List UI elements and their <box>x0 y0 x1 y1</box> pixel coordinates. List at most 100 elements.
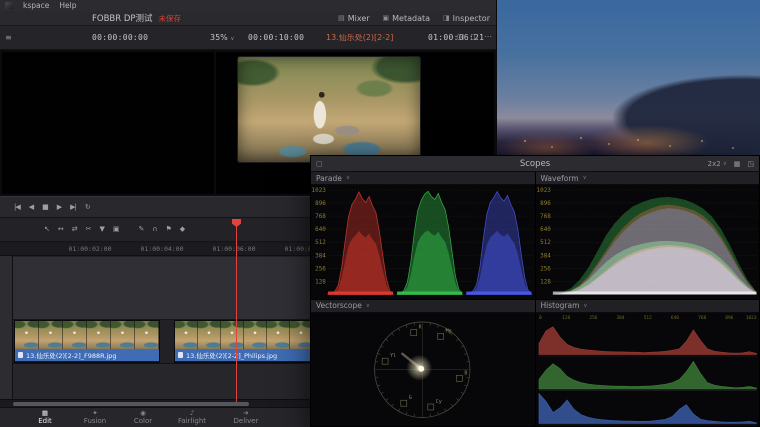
scopes-grid-icon[interactable]: ▦ <box>734 160 741 168</box>
menu-bar: kspace Help <box>0 0 496 11</box>
pen-tool-icon[interactable]: ✎ <box>139 226 145 233</box>
clip-thumbnail <box>111 321 135 349</box>
viewer-menu-icon[interactable]: ≡ <box>5 34 12 42</box>
scrollbar-thumb[interactable] <box>13 402 249 406</box>
svg-text:384: 384 <box>616 314 624 320</box>
svg-text:128: 128 <box>315 278 326 285</box>
go-to-start-button[interactable]: |◀ <box>14 203 21 211</box>
razor-tool-icon[interactable]: ✂ <box>86 226 92 233</box>
inspector-button[interactable]: ◨ Inspector <box>443 14 490 23</box>
snapping-icon[interactable]: ∩ <box>152 226 157 233</box>
svg-text:896: 896 <box>540 200 551 207</box>
tab-fairlight[interactable]: ♪ Fairlight <box>177 409 207 425</box>
vectorscope-header[interactable]: Vectorscope ∨ <box>311 299 535 313</box>
trim-tool-icon[interactable]: ↔ <box>58 226 64 233</box>
tab-color[interactable]: ◉ Color <box>134 409 152 425</box>
vectorscope-title: Vectorscope <box>316 301 362 310</box>
svg-text:640: 640 <box>540 226 551 233</box>
tab-label: Fusion <box>83 416 107 425</box>
flag-icon[interactable]: ⚑ <box>166 226 172 233</box>
clip-thumbnail <box>244 321 267 349</box>
timeline-clip[interactable]: 13.仙乐处(2)[2-2]_F988R.jpg <box>14 320 160 363</box>
metadata-label: Metadata <box>392 13 431 23</box>
mixer-button[interactable]: ▤ Mixer <box>338 14 369 23</box>
scopes-window-title: Scopes <box>519 158 551 169</box>
single-viewer-icon[interactable]: ▢ <box>457 33 465 41</box>
ruler-tick-label: 01:00:06:00 <box>212 245 256 253</box>
tab-label: Fairlight <box>177 416 207 425</box>
file-icon <box>178 352 183 358</box>
viewer-options-icon[interactable]: ⋯ <box>484 33 492 41</box>
svg-text:640: 640 <box>670 314 678 320</box>
scopes-expand-icon[interactable]: ◳ <box>747 160 754 168</box>
insert-clip-icon[interactable]: ▼ <box>100 226 105 233</box>
transport-left: |◀ ◀ ■ ▶ ▶| ↻ <box>14 203 91 211</box>
svg-text:Yl: Yl <box>390 353 396 359</box>
zoom-select[interactable]: 35% ∨ <box>210 34 234 43</box>
chevron-down-icon: ∨ <box>230 36 235 42</box>
dynamic-trim-icon[interactable]: ⇄ <box>72 226 78 233</box>
clip-name-bar: 13.仙乐处(2)[2-2]_F988R.jpg <box>15 349 159 361</box>
svg-text:640: 640 <box>315 226 326 233</box>
parade-plot: 1023 896 768 640 512 384 256 128 <box>312 187 532 295</box>
chevron-down-icon: ∨ <box>582 175 587 181</box>
chevron-down-icon: ∨ <box>722 160 727 167</box>
clip-thumbnail <box>198 321 221 349</box>
svg-text:512: 512 <box>540 239 551 246</box>
tab-fusion[interactable]: ✦ Fusion <box>83 409 107 425</box>
play-button[interactable]: ▶ <box>57 203 62 211</box>
menu-help[interactable]: Help <box>59 1 76 10</box>
scopes-header[interactable]: ▢ Scopes 2x2 ∨ ▦ ◳ <box>311 156 759 172</box>
vectorscope-plot: R Mg B Cy G Yl <box>374 321 471 418</box>
waveform-body: 1023 896 768 640 512 384 256 128 <box>536 185 760 299</box>
svg-text:768: 768 <box>698 314 706 320</box>
chevron-down-icon: ∨ <box>365 302 370 309</box>
menu-workspace[interactable]: kspace <box>23 1 49 10</box>
selection-tool-icon[interactable]: ↖ <box>44 226 50 233</box>
screen: kspace Help FOBBR DP测试 未保存 ▤ Mixer ▣ Met… <box>0 0 760 427</box>
tab-edit[interactable]: ▦ Edit <box>38 409 52 425</box>
source-viewer[interactable] <box>2 52 214 194</box>
timeline-clip[interactable]: 13.仙乐处(2)[2-2]_Philips.jpg <box>174 320 314 363</box>
loop-button[interactable]: ↻ <box>85 203 91 211</box>
stop-button[interactable]: ■ <box>42 203 49 211</box>
waveform-panel: Waveform ∨ 1023 896 768 640 512 384 256 128 <box>535 172 760 299</box>
svg-text:256: 256 <box>315 265 326 272</box>
ruler-tick-label: 01:00:04:00 <box>140 245 184 253</box>
overwrite-clip-icon[interactable]: ▣ <box>113 226 120 233</box>
svg-text:1023: 1023 <box>312 187 327 194</box>
histogram-body: 0 128 256 384 512 640 768 896 1023 <box>536 313 760 427</box>
marker-icon[interactable]: ◆ <box>180 226 185 233</box>
scopes-layout-select[interactable]: 2x2 ∨ <box>708 160 727 168</box>
histogram-plot: 0 128 256 384 512 640 768 896 1023 <box>538 314 756 425</box>
clip-thumbnail <box>175 321 198 349</box>
ruler-tick-label: 01:00:02:00 <box>68 245 112 253</box>
svg-text:Mg: Mg <box>446 328 452 334</box>
clip-thumbnails <box>15 321 159 349</box>
svg-text:Cy: Cy <box>436 398 442 404</box>
tab-deliver[interactable]: ➔ Deliver <box>234 409 259 425</box>
go-to-end-button[interactable]: ▶| <box>70 203 77 211</box>
clip-thumbnail <box>267 321 290 349</box>
clip-thumbnail <box>135 321 159 349</box>
metadata-icon: ▣ <box>382 14 390 22</box>
histogram-header[interactable]: Histogram ∨ <box>535 299 759 313</box>
project-title: FOBBR DP测试 <box>92 14 153 24</box>
scopes-controls: 2x2 ∨ ▦ ◳ <box>708 160 754 168</box>
dual-viewer-icon[interactable]: ◫ <box>470 33 478 41</box>
parade-header[interactable]: Parade ∨ <box>311 172 535 185</box>
app-logo-icon <box>5 2 13 9</box>
vectorscope-body: R Mg B Cy G Yl <box>311 313 535 427</box>
source-timecode: 00:00:00:00 <box>92 33 149 42</box>
waveform-title: Waveform <box>540 173 579 183</box>
playhead[interactable] <box>236 220 237 402</box>
waveform-header[interactable]: Waveform ∨ <box>535 172 759 185</box>
track-header[interactable] <box>0 256 13 399</box>
tools-main: ↖ ↔ ⇄ ✂ ▼ ▣ <box>44 226 119 233</box>
scopes-pin-icon[interactable]: ▢ <box>316 160 323 168</box>
metadata-button[interactable]: ▣ Metadata <box>383 14 431 23</box>
step-backward-button[interactable]: ◀ <box>29 203 34 211</box>
zoom-value: 35% <box>210 33 228 42</box>
clip-name-label: 13.仙乐处(2)[2-2]_F988R.jpg <box>26 352 117 360</box>
inspector-icon: ◨ <box>443 14 450 22</box>
